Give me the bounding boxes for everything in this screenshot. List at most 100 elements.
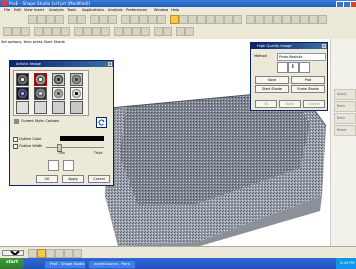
style-thumb-1[interactable] (16, 73, 29, 86)
apply-style-button[interactable] (96, 117, 107, 128)
repaint-icon[interactable] (121, 15, 130, 24)
filter-icon[interactable] (28, 249, 37, 258)
shade-mode-icon[interactable] (277, 62, 288, 73)
close-icon[interactable]: × (108, 62, 112, 66)
coord-sys-icon[interactable] (233, 15, 242, 24)
style-thumb-3[interactable] (52, 73, 65, 86)
hq-cancel-button[interactable]: Cancel (303, 100, 325, 108)
redo-icon[interactable] (77, 15, 86, 24)
copy-icon[interactable] (99, 15, 108, 24)
wireframe-icon[interactable] (179, 15, 188, 24)
print-icon[interactable] (55, 15, 64, 24)
image-icon[interactable] (299, 62, 310, 73)
cut-icon[interactable] (90, 15, 99, 24)
draft-icon[interactable] (141, 27, 150, 36)
chamfer-icon[interactable] (123, 27, 132, 36)
arc-icon[interactable] (52, 27, 61, 36)
curve-icon[interactable] (264, 15, 273, 24)
taskbar-item-paint[interactable]: model-source - Paint (88, 260, 136, 269)
erase-shade-button[interactable]: Erase Shade (291, 85, 325, 93)
merge-icon[interactable] (185, 27, 194, 36)
datum-planes-icon[interactable] (206, 15, 215, 24)
blend-icon[interactable] (101, 27, 110, 36)
datum-icon[interactable] (55, 249, 64, 258)
artistic-apply-button[interactable]: Apply (62, 175, 84, 183)
pick-icon[interactable] (12, 27, 21, 36)
analysis-icon[interactable] (318, 15, 327, 24)
menu-analysis[interactable]: Analysis (49, 8, 64, 12)
menu-window[interactable]: Window (154, 8, 168, 12)
shade-icon[interactable] (170, 15, 179, 24)
style-thumb-9[interactable] (16, 101, 29, 114)
taskbar-item-proe[interactable]: ProE - Shape Studio (44, 260, 86, 269)
style-thumb-8[interactable] (70, 87, 83, 100)
line-icon[interactable] (43, 27, 52, 36)
mode-select[interactable]: Standard (2, 250, 24, 256)
sketch-icon[interactable] (255, 15, 264, 24)
menu-preferences[interactable]: Preferences (126, 8, 147, 12)
zoom-out-icon[interactable] (139, 15, 148, 24)
start-shade-button[interactable]: Start Shade (255, 85, 289, 93)
close-icon[interactable]: × (322, 44, 326, 48)
apply-side-button[interactable]: Apply (334, 89, 356, 100)
hq-back-button[interactable]: Back (279, 100, 301, 108)
brush-icon[interactable] (48, 160, 59, 171)
geometry-icon[interactable] (46, 249, 55, 258)
point-icon[interactable] (34, 27, 43, 36)
outline-color-checkbox[interactable] (13, 137, 18, 142)
back-side-button-2[interactable]: Back (334, 113, 356, 124)
style-thumb-6[interactable] (34, 87, 47, 100)
mirror-icon[interactable] (154, 27, 163, 36)
light-icon[interactable] (291, 15, 300, 24)
style-thumb-5[interactable] (16, 87, 29, 100)
render-icon[interactable] (282, 15, 291, 24)
reset-side-button[interactable]: Reset (334, 125, 356, 136)
undo-icon[interactable] (68, 15, 77, 24)
fit-icon[interactable] (148, 15, 157, 24)
menu-edit[interactable]: Edit (14, 8, 21, 12)
smart-select-icon[interactable] (37, 249, 46, 258)
filter-icon[interactable] (21, 27, 30, 36)
shell-icon[interactable] (132, 27, 141, 36)
fillet-icon[interactable] (114, 27, 123, 36)
save-icon[interactable] (46, 15, 55, 24)
spline-icon[interactable] (61, 27, 70, 36)
quilt-icon[interactable] (64, 249, 73, 258)
start-button[interactable]: start (0, 258, 24, 269)
datum-points-icon[interactable] (224, 15, 233, 24)
artistic-ok-button[interactable]: OK (36, 175, 58, 183)
extrude-icon[interactable] (74, 27, 83, 36)
back-side-button[interactable]: Back (334, 101, 356, 112)
pattern-icon[interactable] (163, 27, 172, 36)
outline-color-swatch[interactable] (60, 136, 104, 141)
new-icon[interactable] (28, 15, 37, 24)
orient-icon[interactable] (157, 15, 166, 24)
paste-icon[interactable] (108, 15, 117, 24)
style-thumb-4[interactable] (70, 73, 83, 86)
sweep-icon[interactable] (92, 27, 101, 36)
hq-ok-button[interactable]: OK (255, 100, 277, 108)
artistic-cancel-button[interactable]: Cancel (88, 175, 110, 183)
style-thumb-11[interactable] (52, 101, 65, 114)
hidden-line-icon[interactable] (188, 15, 197, 24)
surface-icon[interactable] (273, 15, 282, 24)
save-button[interactable]: Save (255, 76, 289, 84)
menu-help[interactable]: Help (171, 8, 179, 12)
zoom-in-icon[interactable] (130, 15, 139, 24)
datum-axes-icon[interactable] (215, 15, 224, 24)
no-hidden-icon[interactable] (197, 15, 206, 24)
style-thumb-2[interactable] (34, 73, 47, 86)
menu-applications[interactable]: Applications (82, 8, 104, 12)
plot-button[interactable]: Plot (291, 76, 325, 84)
menu-tools[interactable]: Tools (67, 8, 76, 12)
annotation-icon[interactable] (73, 249, 82, 258)
menu-file[interactable]: File (4, 8, 10, 12)
open-icon[interactable] (37, 15, 46, 24)
trim-icon[interactable] (176, 27, 185, 36)
method-select[interactable]: Photo-Realistic (277, 53, 326, 61)
outline-width-checkbox[interactable] (13, 144, 18, 149)
style-thumb-12[interactable] (70, 101, 83, 114)
select-icon[interactable] (3, 27, 12, 36)
spin-center-icon[interactable] (246, 15, 255, 24)
pencil-icon[interactable] (63, 160, 74, 171)
